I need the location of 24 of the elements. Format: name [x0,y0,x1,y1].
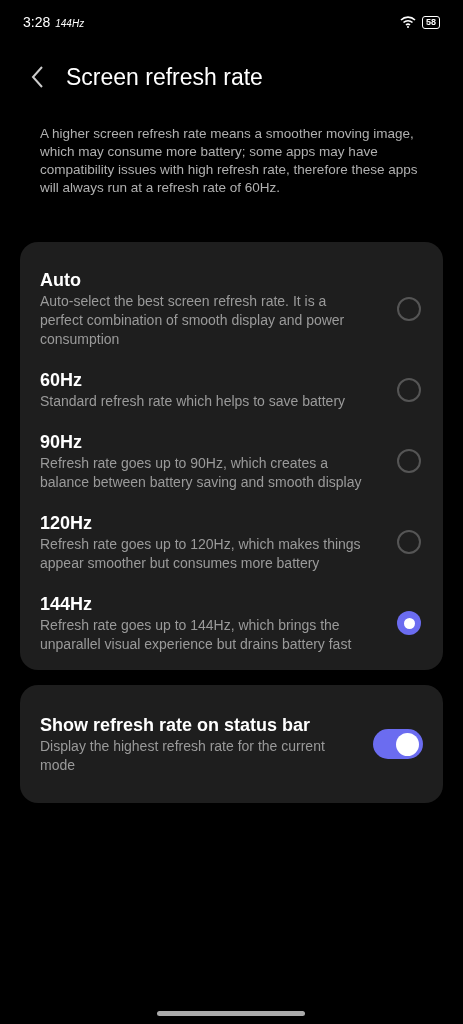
page-title: Screen refresh rate [66,62,263,92]
radio-button[interactable] [397,296,421,321]
radio-button[interactable] [397,449,421,473]
setting-title: Show refresh rate on status bar [40,714,312,737]
option-description: Auto-select the best screen refresh rate. It is a perfect combination of smooth display and power consumption [40,292,346,349]
refresh-indicator: 144Hz [55,16,85,31]
battery-indicator: 58 [422,15,440,29]
option-description: Refresh rate goes up to 90Hz, which creates a balance between battery saving and smooth display [40,454,363,492]
setting-description: Display the highest refresh rate for the current mode [40,737,326,775]
option-title: 90Hz [40,431,84,454]
option-description: Standard refresh rate which helps to save battery [40,392,347,411]
status-time: 3:28 [23,12,51,32]
radio-button[interactable] [397,530,421,554]
wifi-icon [400,16,416,28]
radio-button[interactable] [397,377,421,402]
option-title: 144Hz [40,593,94,616]
page-description: A higher screen refresh rate means a smoother moving image, which may consume more battery; some apps may have compatibility issues with high refresh rate, therefore these apps will always run at a refresh rate of 60Hz. [39,125,419,197]
option-description: Refresh rate goes up to 144Hz, which brings the unparallel visual experience but drains battery fast [40,616,353,654]
option-title: 120Hz [40,512,94,535]
option-title: 60Hz [40,369,84,392]
option-description: Refresh rate goes up to 120Hz, which makes things appear smoother but consumes more battery [40,535,362,573]
toggle-switch[interactable] [373,729,423,759]
radio-button[interactable] [397,611,421,635]
option-title: Auto [40,269,82,292]
